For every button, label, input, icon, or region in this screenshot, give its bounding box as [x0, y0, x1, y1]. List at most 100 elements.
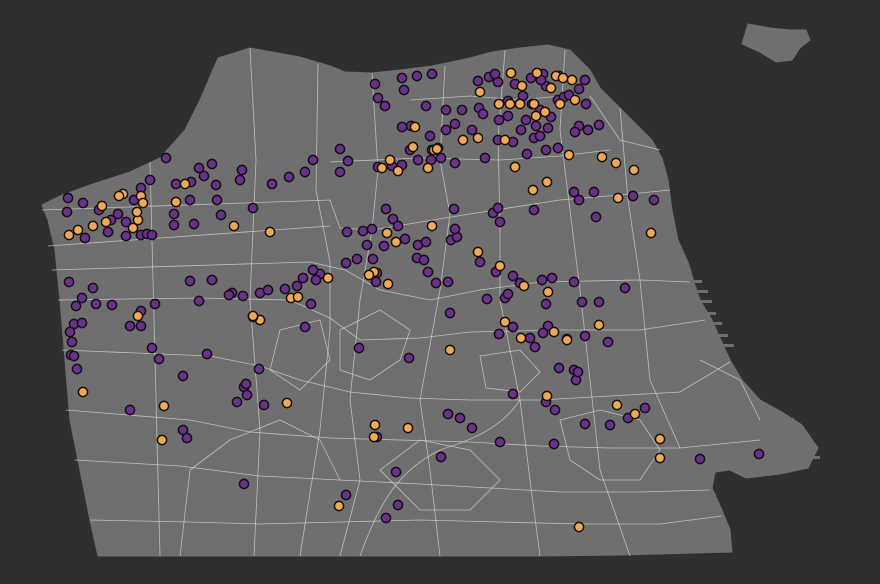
location-marker-orange[interactable]: [264, 226, 276, 238]
location-marker-purple[interactable]: [412, 154, 424, 166]
location-marker-orange[interactable]: [382, 278, 394, 290]
location-marker-purple[interactable]: [193, 295, 205, 307]
location-marker-orange[interactable]: [72, 224, 84, 236]
location-marker-purple[interactable]: [579, 330, 591, 342]
location-marker-purple[interactable]: [540, 298, 552, 310]
location-marker-purple[interactable]: [529, 341, 541, 353]
location-marker-purple[interactable]: [602, 336, 614, 348]
location-marker-orange[interactable]: [628, 164, 640, 176]
location-marker-purple[interactable]: [418, 254, 430, 266]
location-marker-purple[interactable]: [489, 68, 501, 80]
location-marker-purple[interactable]: [398, 84, 410, 96]
location-marker-orange[interactable]: [566, 74, 578, 86]
location-marker-purple[interactable]: [366, 223, 378, 235]
location-marker-orange[interactable]: [390, 236, 402, 248]
location-marker-purple[interactable]: [153, 353, 165, 365]
location-marker-orange[interactable]: [281, 397, 293, 409]
location-marker-purple[interactable]: [420, 236, 432, 248]
location-marker-purple[interactable]: [63, 276, 75, 288]
location-marker-purple[interactable]: [579, 418, 591, 430]
location-marker-purple[interactable]: [380, 512, 392, 524]
location-marker-purple[interactable]: [442, 276, 454, 288]
location-marker-purple[interactable]: [71, 363, 83, 375]
location-marker-orange[interactable]: [514, 98, 526, 110]
location-marker-purple[interactable]: [424, 130, 436, 142]
location-marker-purple[interactable]: [590, 211, 602, 223]
location-marker-purple[interactable]: [70, 300, 82, 312]
location-marker-purple[interactable]: [582, 124, 594, 136]
location-marker-purple[interactable]: [77, 197, 89, 209]
location-marker-purple[interactable]: [494, 216, 506, 228]
location-marker-purple[interactable]: [580, 98, 592, 110]
location-marker-orange[interactable]: [322, 272, 334, 284]
location-marker-purple[interactable]: [530, 120, 542, 132]
location-marker-purple[interactable]: [753, 448, 765, 460]
location-marker-purple[interactable]: [390, 466, 402, 478]
location-marker-purple[interactable]: [206, 274, 218, 286]
location-marker-orange[interactable]: [530, 110, 542, 122]
location-marker-purple[interactable]: [307, 264, 319, 276]
location-marker-purple[interactable]: [454, 412, 466, 424]
location-marker-purple[interactable]: [241, 389, 253, 401]
location-marker-purple[interactable]: [604, 419, 616, 431]
location-marker-orange[interactable]: [539, 106, 551, 118]
map-canvas[interactable]: [0, 0, 880, 584]
location-marker-purple[interactable]: [528, 204, 540, 216]
location-marker-purple[interactable]: [422, 266, 434, 278]
location-marker-orange[interactable]: [527, 184, 539, 196]
location-marker-purple[interactable]: [210, 179, 222, 191]
location-marker-purple[interactable]: [534, 130, 546, 142]
location-marker-orange[interactable]: [87, 220, 99, 232]
location-marker-purple[interactable]: [206, 158, 218, 170]
location-marker-orange[interactable]: [545, 82, 557, 94]
location-marker-orange[interactable]: [494, 260, 506, 272]
location-marker-orange[interactable]: [573, 521, 585, 533]
location-marker-purple[interactable]: [334, 143, 346, 155]
location-marker-purple[interactable]: [168, 208, 180, 220]
location-marker-purple[interactable]: [442, 408, 454, 420]
location-marker-purple[interactable]: [573, 83, 585, 95]
location-marker-purple[interactable]: [369, 78, 381, 90]
location-marker-purple[interactable]: [240, 378, 252, 390]
location-marker-purple[interactable]: [542, 122, 554, 134]
location-marker-purple[interactable]: [297, 272, 309, 284]
location-marker-purple[interactable]: [540, 144, 552, 156]
location-marker-orange[interactable]: [509, 161, 521, 173]
location-marker-orange[interactable]: [409, 121, 421, 133]
map-container[interactable]: [0, 0, 880, 584]
location-marker-purple[interactable]: [435, 152, 447, 164]
location-marker-purple[interactable]: [411, 70, 423, 82]
location-marker-purple[interactable]: [262, 284, 274, 296]
location-marker-orange[interactable]: [381, 227, 393, 239]
location-marker-purple[interactable]: [520, 114, 532, 126]
location-marker-purple[interactable]: [426, 68, 438, 80]
location-marker-orange[interactable]: [426, 220, 438, 232]
location-marker-purple[interactable]: [492, 202, 504, 214]
location-marker-orange[interactable]: [611, 399, 623, 411]
location-marker-orange[interactable]: [499, 316, 511, 328]
location-marker-purple[interactable]: [90, 298, 102, 310]
location-marker-orange[interactable]: [131, 206, 143, 218]
location-marker-orange[interactable]: [100, 216, 112, 228]
location-marker-purple[interactable]: [694, 453, 706, 465]
location-marker-purple[interactable]: [588, 186, 600, 198]
location-marker-purple[interactable]: [639, 402, 651, 414]
location-marker-purple[interactable]: [448, 203, 460, 215]
location-marker-purple[interactable]: [361, 239, 373, 251]
location-marker-purple[interactable]: [507, 270, 519, 282]
location-marker-purple[interactable]: [168, 219, 180, 231]
location-marker-purple[interactable]: [548, 438, 560, 450]
location-marker-purple[interactable]: [299, 166, 311, 178]
location-marker-orange[interactable]: [333, 500, 345, 512]
location-marker-purple[interactable]: [379, 100, 391, 112]
location-marker-purple[interactable]: [258, 399, 270, 411]
location-marker-orange[interactable]: [541, 390, 553, 402]
location-marker-orange[interactable]: [369, 419, 381, 431]
location-marker-orange[interactable]: [132, 310, 144, 322]
location-marker-purple[interactable]: [299, 321, 311, 333]
location-marker-purple[interactable]: [181, 432, 193, 444]
location-marker-purple[interactable]: [521, 148, 533, 160]
location-marker-orange[interactable]: [654, 452, 666, 464]
location-marker-purple[interactable]: [62, 192, 74, 204]
location-marker-purple[interactable]: [553, 362, 565, 374]
